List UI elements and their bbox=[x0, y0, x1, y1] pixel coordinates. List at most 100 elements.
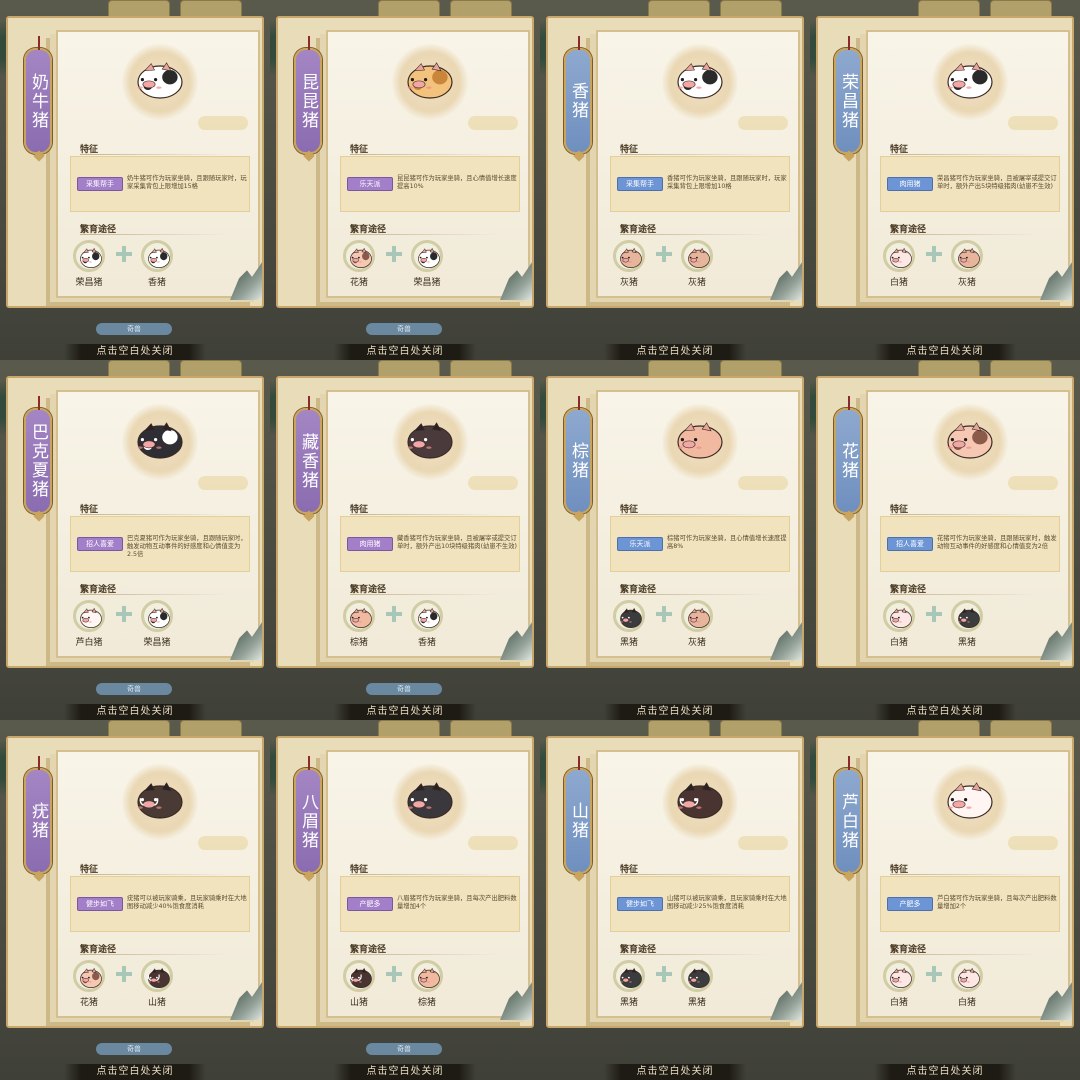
parent-2[interactable]: 灰猪 bbox=[680, 600, 714, 648]
pig-name-tag: 荣昌猪 bbox=[834, 36, 862, 154]
beast-tab[interactable]: 奇兽 bbox=[96, 683, 172, 695]
parent-name: 棕猪 bbox=[417, 998, 436, 1008]
parent-avatar bbox=[613, 960, 645, 992]
mountain-decoration bbox=[1040, 982, 1072, 1020]
mountain-decoration bbox=[1040, 262, 1072, 300]
parent-1[interactable]: 灰猪 bbox=[612, 240, 646, 288]
parent-2[interactable]: 荣昌猪 bbox=[140, 600, 174, 648]
pig-name-tag: 山猪 bbox=[564, 756, 592, 874]
trait-description: 芦白猪可作为玩家坐骑，且每次产出肥料数量增加2个 bbox=[937, 895, 1057, 910]
parent-2[interactable]: 香猪 bbox=[140, 240, 174, 288]
pig-name-tag: 香猪 bbox=[564, 36, 592, 154]
parent-1[interactable]: 花猪 bbox=[342, 240, 376, 288]
parent-pig-icon bbox=[148, 607, 170, 628]
parent-2[interactable]: 灰猪 bbox=[950, 240, 984, 288]
cloud-decoration bbox=[738, 836, 788, 850]
pig-name: 荣昌猪 bbox=[838, 72, 858, 130]
pig-card-12[interactable]: 特征 产肥多 芦白猪可作为玩家坐骑，且每次产出肥料数量增加2个 繁育途径 白猪 … bbox=[810, 720, 1080, 1080]
parent-1[interactable]: 白猪 bbox=[882, 600, 916, 648]
parent-2[interactable]: 白猪 bbox=[950, 960, 984, 1008]
close-hint[interactable]: 点击空白处关闭 bbox=[64, 704, 206, 720]
parent-1[interactable]: 山猪 bbox=[342, 960, 376, 1008]
parent-name: 黑猪 bbox=[619, 998, 638, 1008]
pig-card-10[interactable]: 特征 产肥多 八眉猪可作为玩家坐骑，且每次产出肥料数量增加4个 繁育途径 山猪 … bbox=[270, 720, 540, 1080]
trait-badge: 乐天派 bbox=[347, 177, 393, 191]
beast-tab[interactable]: 奇兽 bbox=[96, 1043, 172, 1055]
close-hint[interactable]: 点击空白处关闭 bbox=[874, 704, 1016, 720]
close-hint[interactable]: 点击空白处关闭 bbox=[334, 704, 476, 720]
close-hint[interactable]: 点击空白处关闭 bbox=[604, 1064, 746, 1080]
pig-card-2[interactable]: 特征 乐天派 昆昆猪可作为玩家坐骑，且心情值增长速度提高10% 繁育途径 花猪 … bbox=[270, 0, 540, 360]
pig-name: 奶牛猪 bbox=[28, 72, 48, 130]
pig-name-tag: 藏香猪 bbox=[294, 396, 322, 514]
mountain-decoration bbox=[230, 622, 262, 660]
mountain-decoration bbox=[500, 622, 532, 660]
parent-pig-icon bbox=[148, 247, 170, 268]
feature-box: 肉用猪 荣昌猪可作为玩家坐骑，且被屠宰或提交订单时，额外产出5块特级猪肉(幼崽不… bbox=[880, 156, 1060, 212]
parent-2[interactable]: 荣昌猪 bbox=[410, 240, 444, 288]
feature-box: 招人喜爱 巴克夏猪可作为玩家坐骑，且跟随玩家时，触发动物互动事件的好感度和心情值… bbox=[70, 516, 250, 572]
pig-card-7[interactable]: 特征 乐天派 棕猪可作为玩家坐骑，且心情值增长速度提高8% 繁育途径 黑猪 灰猪… bbox=[540, 360, 810, 720]
beast-tab[interactable]: 奇兽 bbox=[366, 683, 442, 695]
feature-heading: 特征 bbox=[350, 862, 501, 875]
parent-1[interactable]: 花猪 bbox=[72, 960, 106, 1008]
parent-2[interactable]: 山猪 bbox=[140, 960, 174, 1008]
beast-tab[interactable]: 奇兽 bbox=[96, 323, 172, 335]
pig-card-5[interactable]: 特征 招人喜爱 巴克夏猪可作为玩家坐骑，且跟随玩家时，触发动物互动事件的好感度和… bbox=[0, 360, 270, 720]
parent-2[interactable]: 香猪 bbox=[410, 600, 444, 648]
parent-avatar bbox=[411, 240, 443, 272]
parent-1[interactable]: 荣昌猪 bbox=[72, 240, 106, 288]
parent-name: 芦白猪 bbox=[75, 638, 103, 648]
pig-name-tag: 棕猪 bbox=[564, 396, 592, 514]
trait-badge: 健步如飞 bbox=[617, 897, 663, 911]
beast-tab[interactable]: 奇兽 bbox=[366, 1043, 442, 1055]
pig-card-4[interactable]: 特征 肉用猪 荣昌猪可作为玩家坐骑，且被屠宰或提交订单时，额外产出5块特级猪肉(… bbox=[810, 0, 1080, 360]
pig-name-tag: 花猪 bbox=[834, 396, 862, 514]
close-hint[interactable]: 点击空白处关闭 bbox=[64, 1064, 206, 1080]
parent-1[interactable]: 棕猪 bbox=[342, 600, 376, 648]
pig-card-1[interactable]: 特征 采集帮手 奶牛猪可作为玩家坐骑，且跟随玩家时，玩家采集背包上限增加15格 … bbox=[0, 0, 270, 360]
parent-avatar bbox=[681, 600, 713, 632]
close-hint[interactable]: 点击空白处关闭 bbox=[334, 1064, 476, 1080]
feature-heading: 特征 bbox=[80, 142, 231, 155]
parent-name: 荣昌猪 bbox=[413, 278, 441, 288]
parent-avatar bbox=[343, 240, 375, 272]
feature-heading: 特征 bbox=[80, 502, 231, 515]
parent-1[interactable]: 芦白猪 bbox=[72, 600, 106, 648]
close-hint[interactable]: 点击空白处关闭 bbox=[874, 344, 1016, 360]
parent-1[interactable]: 白猪 bbox=[882, 240, 916, 288]
book-page: 特征 健步如飞 山猪可以被玩家骑乘，且玩家骑乘时在大地图移动减少25%饱食度消耗… bbox=[596, 750, 802, 1020]
pig-name-tag: 奶牛猪 bbox=[24, 36, 52, 154]
parent-2[interactable]: 黑猪 bbox=[950, 600, 984, 648]
parent-name: 白猪 bbox=[957, 998, 976, 1008]
breed-heading: 繁育途径 bbox=[80, 582, 231, 595]
pig-name: 香猪 bbox=[568, 82, 588, 120]
trait-badge: 招人喜爱 bbox=[887, 537, 933, 551]
cloud-decoration bbox=[468, 116, 518, 130]
pig-card-8[interactable]: 特征 招人喜爱 花猪可作为玩家坐骑，且跟随玩家时，触发动物互动事件的好感度和心情… bbox=[810, 360, 1080, 720]
parent-1[interactable]: 黑猪 bbox=[612, 960, 646, 1008]
pig-card-9[interactable]: 特征 健步如飞 疣猪可以被玩家骑乘，且玩家骑乘时在大地图移动减少40%饱食度消耗… bbox=[0, 720, 270, 1080]
pig-card-6[interactable]: 特征 肉用猪 藏香猪可作为玩家坐骑，且被屠宰或提交订单时，额外产出10块特级猪肉… bbox=[270, 360, 540, 720]
close-hint[interactable]: 点击空白处关闭 bbox=[64, 344, 206, 360]
pig-card-3[interactable]: 特征 采集帮手 香猪可作为玩家坐骑，且跟随玩家时，玩家采集背包上限增加10格 繁… bbox=[540, 0, 810, 360]
parent-pig-icon bbox=[688, 967, 710, 988]
parent-pig-icon bbox=[688, 247, 710, 268]
parent-1[interactable]: 白猪 bbox=[882, 960, 916, 1008]
close-hint[interactable]: 点击空白处关闭 bbox=[874, 1064, 1016, 1080]
close-hint[interactable]: 点击空白处关闭 bbox=[334, 344, 476, 360]
parent-avatar bbox=[951, 600, 983, 632]
pig-name-tag: 芦白猪 bbox=[834, 756, 862, 874]
parent-2[interactable]: 黑猪 bbox=[680, 960, 714, 1008]
pig-card-11[interactable]: 特征 健步如飞 山猪可以被玩家骑乘，且玩家骑乘时在大地图移动减少25%饱食度消耗… bbox=[540, 720, 810, 1080]
parent-1[interactable]: 黑猪 bbox=[612, 600, 646, 648]
parent-pig-icon bbox=[147, 967, 170, 988]
close-hint[interactable]: 点击空白处关闭 bbox=[604, 704, 746, 720]
beast-tab[interactable]: 奇兽 bbox=[366, 323, 442, 335]
book-page: 特征 采集帮手 奶牛猪可作为玩家坐骑，且跟随玩家时，玩家采集背包上限增加15格 … bbox=[56, 30, 262, 300]
parent-2[interactable]: 棕猪 bbox=[410, 960, 444, 1008]
close-hint[interactable]: 点击空白处关闭 bbox=[604, 344, 746, 360]
pig-portrait-icon bbox=[677, 782, 723, 819]
parent-name: 花猪 bbox=[349, 278, 368, 288]
parent-2[interactable]: 灰猪 bbox=[680, 240, 714, 288]
